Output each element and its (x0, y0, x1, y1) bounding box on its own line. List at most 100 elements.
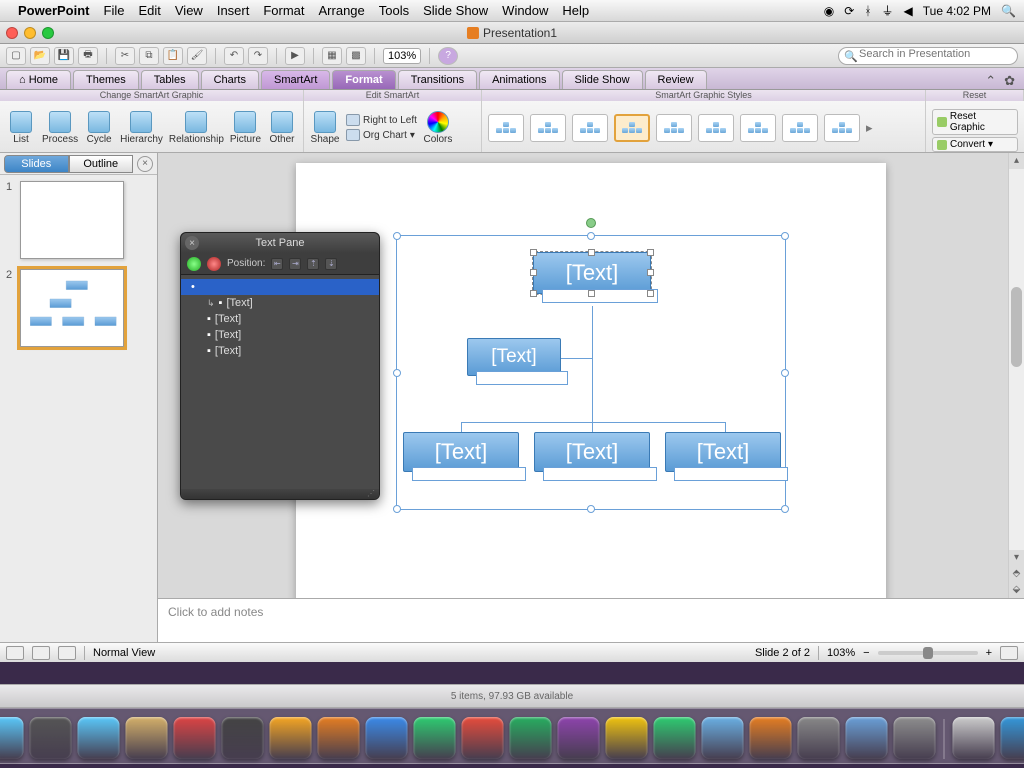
textpane-demote[interactable]: ⇥ (289, 258, 301, 270)
style-thumb[interactable] (656, 114, 692, 142)
style-thumb[interactable] (824, 114, 860, 142)
rotate-handle[interactable] (586, 218, 596, 228)
thumb-row[interactable]: 2 (6, 269, 151, 347)
vertical-scrollbar[interactable]: ▴ ▾ ⬘ ⬙ (1008, 153, 1024, 598)
clock[interactable]: Tue 4:02 PM (923, 4, 991, 18)
textpane-remove[interactable] (207, 257, 221, 271)
dock-onenote-icon[interactable] (510, 717, 552, 759)
qat-new[interactable]: ▢ (6, 47, 26, 65)
tab-tables[interactable]: Tables (141, 70, 199, 89)
sync-icon[interactable]: ⟳ (844, 4, 854, 18)
tab-slideshow[interactable]: Slide Show (562, 70, 643, 89)
textpane-item[interactable]: ▪[Text] (181, 327, 379, 343)
volume-icon[interactable]: ◀ (904, 4, 913, 18)
dock-photobooth-icon[interactable] (270, 717, 312, 759)
menu-insert[interactable]: Insert (217, 3, 250, 18)
view-normal[interactable] (6, 646, 24, 660)
notes-pane[interactable]: Click to add notes (158, 598, 1024, 642)
org-node-child[interactable]: [Text] (403, 432, 519, 472)
qat-slideshow[interactable]: ▶ (285, 47, 305, 65)
smartart-hierarchy[interactable]: Hierarchy (120, 111, 163, 145)
next-slide[interactable]: ⬙ (1009, 582, 1024, 598)
org-node-root[interactable]: [Text] (533, 252, 651, 294)
panel-close[interactable]: × (137, 156, 153, 172)
textpane-titlebar[interactable]: × Text Pane (181, 233, 379, 253)
style-thumb-selected[interactable] (614, 114, 650, 142)
style-thumb[interactable] (530, 114, 566, 142)
edit-orgchart[interactable]: Org Chart ▾ (346, 129, 417, 141)
zoom-slider[interactable] (878, 651, 978, 655)
menu-view[interactable]: View (175, 3, 203, 18)
edit-colors[interactable]: Colors (423, 111, 453, 145)
textpane-movedown[interactable]: ⇣ (325, 258, 337, 270)
qat-view2[interactable]: ▩ (346, 47, 366, 65)
menu-window[interactable]: Window (502, 3, 548, 18)
dock-excel-icon[interactable] (462, 717, 504, 759)
textpane-item[interactable]: ▪[Text] (181, 343, 379, 359)
dock-rdc-icon[interactable] (702, 717, 744, 759)
tab-home[interactable]: Home (6, 70, 71, 89)
dock-communicator-icon[interactable] (654, 717, 696, 759)
node-caption[interactable] (674, 467, 788, 481)
menu-arrange[interactable]: Arrange (319, 3, 365, 18)
zoom-value[interactable]: 103% (827, 647, 855, 659)
qat-save[interactable]: 💾 (54, 47, 74, 65)
dock-automator-icon[interactable] (894, 717, 936, 759)
scroll-thumb[interactable] (1011, 287, 1022, 367)
window-zoom-button[interactable] (42, 27, 54, 39)
tab-smartart[interactable]: SmartArt (261, 70, 330, 89)
smartart-other[interactable]: Other (267, 111, 297, 145)
dock-mail-icon[interactable] (126, 717, 168, 759)
zoom-out[interactable]: − (863, 647, 869, 659)
node-caption[interactable] (543, 467, 657, 481)
menu-file[interactable]: File (104, 3, 125, 18)
smartart-cycle[interactable]: Cycle (84, 111, 114, 145)
dock-word-icon[interactable] (366, 717, 408, 759)
thumb-row[interactable]: 1 (6, 181, 151, 259)
org-node-assistant[interactable]: [Text] (467, 338, 561, 376)
style-thumb[interactable] (698, 114, 734, 142)
slides-tab[interactable]: Slides (4, 155, 69, 173)
outline-tab[interactable]: Outline (69, 155, 134, 173)
node-caption[interactable] (412, 467, 526, 481)
tab-review[interactable]: Review (645, 70, 707, 89)
window-close-button[interactable] (6, 27, 18, 39)
qat-redo[interactable]: ↷ (248, 47, 268, 65)
scroll-up[interactable]: ▴ (1009, 153, 1024, 169)
dock-powerpoint-icon[interactable] (414, 717, 456, 759)
dock-messenger-icon[interactable] (606, 717, 648, 759)
style-thumb[interactable] (488, 114, 524, 142)
dock-firefox-icon[interactable] (318, 717, 360, 759)
textpane-item[interactable]: • (181, 279, 379, 295)
tab-charts[interactable]: Charts (201, 70, 259, 89)
textpane-close[interactable]: × (185, 236, 199, 250)
smartart-relationship[interactable]: Relationship (169, 111, 224, 145)
dock-sync-icon[interactable] (750, 717, 792, 759)
qat-format-painter[interactable]: 🖌 (187, 47, 207, 65)
tab-transitions[interactable]: Transitions (398, 70, 477, 89)
node-caption[interactable] (542, 289, 658, 303)
edit-rtl[interactable]: Right to Left (346, 114, 417, 126)
qat-open[interactable]: 📂 (30, 47, 50, 65)
dock-ical-icon[interactable] (174, 717, 216, 759)
dock-finder-icon[interactable] (0, 717, 24, 759)
qat-cut[interactable]: ✂ (115, 47, 135, 65)
textpane-resize[interactable]: ⋰ (181, 489, 379, 499)
dock-preview-icon[interactable] (222, 717, 264, 759)
dock-outlook-icon[interactable] (558, 717, 600, 759)
textpane-promote[interactable]: ⇤ (271, 258, 283, 270)
text-pane[interactable]: × Text Pane Position: ⇤ ⇥ ⇡ ⇣ • ↳▪[Text]… (180, 232, 380, 500)
window-minimize-button[interactable] (24, 27, 36, 39)
window-titlebar[interactable]: Presentation1 (0, 22, 1024, 44)
textpane-add[interactable] (187, 257, 201, 271)
qat-view1[interactable]: ▦ (322, 47, 342, 65)
style-thumb[interactable] (572, 114, 608, 142)
dock-silverlight-icon[interactable] (798, 717, 840, 759)
slide[interactable]: [Text] (296, 163, 886, 598)
bluetooth-icon[interactable]: ᚼ (864, 4, 871, 18)
prev-slide[interactable]: ⬘ (1009, 566, 1024, 582)
dock-appstore-icon[interactable] (953, 717, 995, 759)
dock-trash-icon[interactable] (1001, 717, 1024, 759)
node-caption[interactable] (476, 371, 568, 385)
qat-undo[interactable]: ↶ (224, 47, 244, 65)
